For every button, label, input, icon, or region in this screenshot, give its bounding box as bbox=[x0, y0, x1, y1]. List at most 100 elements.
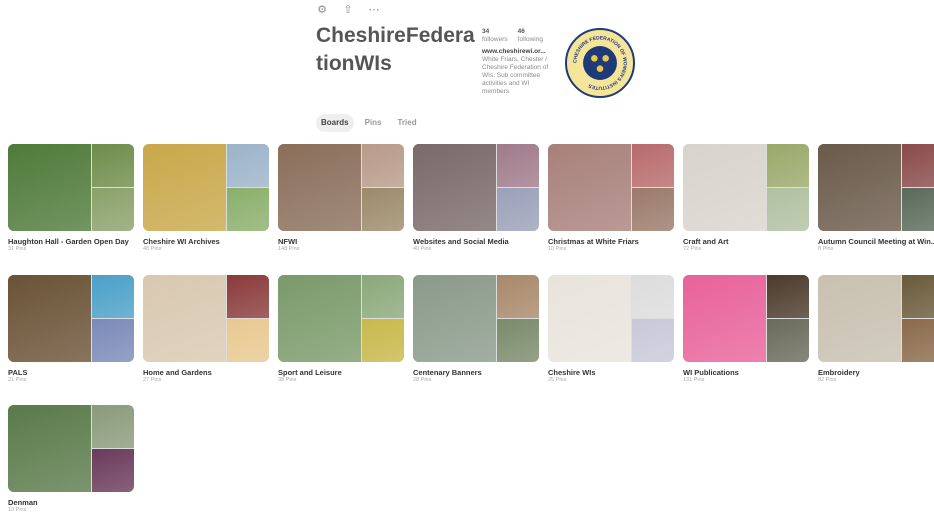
following-count: 46 bbox=[517, 28, 525, 35]
board-pin-count: 148 Pins bbox=[278, 246, 300, 252]
board-cover-image bbox=[362, 275, 404, 318]
board-cover-image bbox=[497, 319, 539, 362]
board-title: Cheshire WIs bbox=[548, 368, 596, 377]
board-pin-count: 25 Pins bbox=[548, 377, 567, 383]
board-title: Sport and Leisure bbox=[278, 368, 342, 377]
board-cover-collage bbox=[8, 405, 134, 492]
board-card[interactable]: Denman 10 Pins bbox=[8, 405, 134, 514]
board-cover-collage bbox=[413, 144, 539, 231]
board-card[interactable]: WI Publications 131 Pins bbox=[683, 275, 809, 384]
followers-link[interactable]: 34 followers bbox=[482, 28, 508, 44]
board-cover-image bbox=[902, 188, 934, 231]
board-cover-image bbox=[632, 319, 674, 362]
board-card[interactable]: Haughton Hall - Garden Open Day 31 Pins bbox=[8, 144, 134, 253]
board-cover-collage bbox=[548, 144, 674, 231]
board-title: PALS bbox=[8, 368, 28, 377]
board-cover-image bbox=[818, 275, 901, 362]
board-cover-image bbox=[902, 144, 934, 187]
board-card[interactable]: Websites and Social Media 40 Pins bbox=[413, 144, 539, 253]
board-cover-image bbox=[143, 144, 226, 231]
board-cover-image bbox=[632, 275, 674, 318]
board-cover-collage bbox=[8, 275, 134, 362]
board-title: Haughton Hall - Garden Open Day bbox=[8, 237, 129, 246]
board-cover-image bbox=[818, 144, 901, 231]
more-icon[interactable]: ⋯ bbox=[368, 4, 380, 16]
profile-avatar-logo: CHESHIRE FEDERATION OF WOMEN'S INSTITUTE… bbox=[565, 28, 635, 98]
board-pin-count: 8 Pins bbox=[818, 246, 834, 252]
board-cover-image bbox=[497, 275, 539, 318]
board-cover-image bbox=[278, 144, 361, 231]
board-cover-collage bbox=[143, 275, 269, 362]
board-cover-collage bbox=[818, 275, 934, 362]
board-cover-image bbox=[548, 275, 631, 362]
board-cover-image bbox=[362, 188, 404, 231]
profile-name: CheshireFederationWIs bbox=[316, 24, 475, 75]
board-card[interactable]: Cheshire WIs 25 Pins bbox=[548, 275, 674, 384]
board-pin-count: 31 Pins bbox=[8, 246, 27, 252]
board-card[interactable]: Christmas at White Friars 10 Pins bbox=[548, 144, 674, 253]
board-pin-count: 28 Pins bbox=[413, 377, 432, 383]
board-cover-image bbox=[902, 275, 934, 318]
profile-tabs: Boards Pins Tried bbox=[316, 114, 422, 132]
tab-boards[interactable]: Boards bbox=[316, 114, 354, 132]
board-cover-image bbox=[8, 275, 91, 362]
board-cover-image bbox=[227, 275, 269, 318]
following-label: following bbox=[517, 36, 543, 43]
board-cover-image bbox=[548, 144, 631, 231]
board-cover-image bbox=[8, 405, 91, 492]
board-title: Embroidery bbox=[818, 368, 860, 377]
board-title: Home and Gardens bbox=[143, 368, 212, 377]
board-cover-image bbox=[767, 319, 809, 362]
tab-tried[interactable]: Tried bbox=[392, 114, 421, 132]
board-pin-count: 10 Pins bbox=[548, 246, 567, 252]
board-cover-image bbox=[227, 144, 269, 187]
gear-icon[interactable]: ⚙ bbox=[316, 4, 328, 16]
profile-bio: www.cheshirewi.or... White Friars, Chest… bbox=[482, 48, 552, 96]
board-cover-collage bbox=[278, 275, 404, 362]
board-cover-collage bbox=[8, 144, 134, 231]
board-cover-collage bbox=[683, 275, 809, 362]
board-cover-image bbox=[497, 188, 539, 231]
followers-count: 34 bbox=[482, 28, 490, 35]
board-cover-image bbox=[278, 275, 361, 362]
board-card[interactable]: Autumn Council Meeting at Win... 8 Pins bbox=[818, 144, 934, 253]
board-card[interactable]: Home and Gardens 27 Pins bbox=[143, 275, 269, 384]
share-icon[interactable]: ⇧ bbox=[342, 4, 354, 16]
board-card[interactable]: PALS 21 Pins bbox=[8, 275, 134, 384]
board-cover-collage bbox=[548, 275, 674, 362]
board-cover-image bbox=[92, 144, 134, 187]
board-cover-image bbox=[143, 275, 226, 362]
board-cover-image bbox=[683, 144, 766, 231]
board-pin-count: 82 Pins bbox=[818, 377, 837, 383]
board-title: Websites and Social Media bbox=[413, 237, 509, 246]
board-cover-image bbox=[683, 275, 766, 362]
board-cover-image bbox=[92, 319, 134, 362]
board-cover-image bbox=[92, 275, 134, 318]
board-card[interactable]: Craft and Art 72 Pins bbox=[683, 144, 809, 253]
board-card[interactable]: Sport and Leisure 38 Pins bbox=[278, 275, 404, 384]
board-card[interactable]: Embroidery 82 Pins bbox=[818, 275, 934, 384]
board-cover-collage bbox=[683, 144, 809, 231]
board-pin-count: 38 Pins bbox=[278, 377, 297, 383]
board-title: Craft and Art bbox=[683, 237, 729, 246]
board-title: WI Publications bbox=[683, 368, 739, 377]
board-card[interactable]: Centenary Banners 28 Pins bbox=[413, 275, 539, 384]
tab-pins[interactable]: Pins bbox=[360, 114, 387, 132]
board-title: Cheshire WI Archives bbox=[143, 237, 220, 246]
board-card[interactable]: NFWI 148 Pins bbox=[278, 144, 404, 253]
board-pin-count: 40 Pins bbox=[413, 246, 432, 252]
board-cover-collage bbox=[413, 275, 539, 362]
following-link[interactable]: 46 following bbox=[518, 28, 543, 44]
profile-stats: 34 followers 46 following bbox=[482, 28, 543, 44]
board-cover-image bbox=[632, 144, 674, 187]
board-cover-image bbox=[413, 144, 496, 231]
board-cover-image bbox=[92, 449, 134, 492]
website-link[interactable]: www.cheshirewi.or... bbox=[482, 48, 552, 56]
board-cover-image bbox=[632, 188, 674, 231]
board-card[interactable]: Cheshire WI Archives 48 Pins bbox=[143, 144, 269, 253]
board-title: Denman bbox=[8, 498, 38, 507]
board-cover-image bbox=[767, 188, 809, 231]
board-cover-collage bbox=[278, 144, 404, 231]
board-cover-image bbox=[362, 319, 404, 362]
board-title: Christmas at White Friars bbox=[548, 237, 639, 246]
